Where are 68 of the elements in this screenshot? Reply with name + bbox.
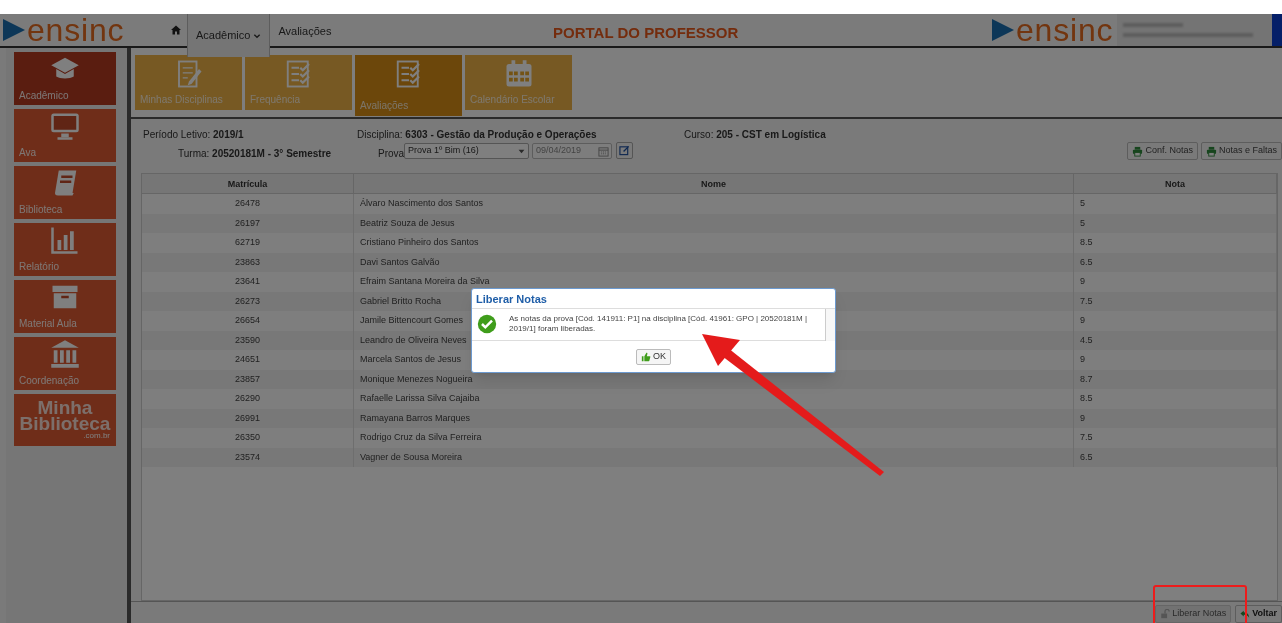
- table-cell: 8.5: [1074, 233, 1277, 253]
- prova-label: Prova:: [378, 147, 407, 161]
- building-columns-icon: [49, 339, 81, 369]
- table-cell: 26290: [142, 389, 354, 409]
- print-button[interactable]: Conf. Notas: [1127, 142, 1198, 160]
- column-header: Matrícula: [142, 174, 354, 193]
- column-header: Nome: [354, 174, 1074, 193]
- table-cell: 26350: [142, 428, 354, 448]
- table-cell: 26654: [142, 311, 354, 331]
- table-cell: 9: [1074, 311, 1277, 331]
- calendar-icon: [598, 145, 609, 157]
- column-header: Nota: [1074, 174, 1277, 193]
- sidebar-item[interactable]: Material Aula: [14, 280, 116, 333]
- banner-text: Minha: [37, 400, 93, 416]
- back-button[interactable]: Voltar: [1235, 605, 1282, 623]
- table-cell: 8.5: [1074, 389, 1277, 409]
- sidebar-item[interactable]: Relatório: [14, 223, 116, 276]
- edit-button[interactable]: [616, 142, 633, 159]
- table-cell: 7.5: [1074, 428, 1277, 448]
- sidebar-item[interactable]: Coordenação: [14, 337, 116, 390]
- table-cell: 23574: [142, 447, 354, 467]
- nav-tab[interactable]: Acadêmico: [187, 14, 271, 57]
- table-cell: Cristiano Pinheiro dos Santos: [354, 233, 1074, 253]
- table-cell: Álvaro Nascimento dos Santos: [354, 194, 1074, 214]
- table-cell: 24651: [142, 350, 354, 370]
- table-cell: 6.5: [1074, 447, 1277, 467]
- nav-tab[interactable]: Avaliações: [270, 14, 340, 48]
- portal-title: PORTAL DO PROFESSOR: [552, 23, 740, 43]
- logo-text: ensinc: [1016, 14, 1114, 46]
- padlock-icon: [1160, 609, 1171, 619]
- banner-text: Biblioteca: [19, 416, 111, 432]
- sidebar-item[interactable]: Ava: [14, 109, 116, 162]
- printer-icon: [1132, 145, 1144, 157]
- edit-icon: [619, 145, 630, 156]
- info-label: Curso: 205 - CST em Logística: [684, 128, 826, 142]
- info-label: Turma: 20520181M - 3° Semestre: [178, 147, 332, 161]
- table-cell: 5: [1074, 194, 1277, 214]
- banner-suffix: .com.br: [83, 432, 111, 440]
- menu-tile[interactable]: Frequência: [245, 55, 352, 110]
- reply-arrow-icon: [1240, 609, 1251, 619]
- printer-icon: [1205, 145, 1217, 157]
- table-cell: 23641: [142, 272, 354, 292]
- thumbs-up-icon: [641, 351, 651, 362]
- bar-chart-icon: [49, 225, 81, 255]
- print-button[interactable]: Notas e Faltas: [1200, 142, 1282, 160]
- home-icon: [170, 24, 182, 36]
- sidebar-item[interactable]: Acadêmico: [14, 52, 116, 105]
- menu-tile[interactable]: Minhas Disciplinas: [135, 55, 242, 110]
- info-label: Disciplina: 6303 - Gestão da Produção e Operações: [357, 128, 597, 142]
- menu-tile[interactable]: Avaliações: [355, 55, 462, 116]
- table-cell: 62719: [142, 233, 354, 253]
- logo-icon: [992, 18, 1014, 42]
- menu-tile[interactable]: Calendário Escolar: [465, 55, 572, 110]
- table-cell: 9: [1074, 272, 1277, 292]
- sidebar-item[interactable]: Biblioteca: [14, 166, 116, 219]
- logo-icon: [3, 18, 25, 42]
- logo-text: ensinc: [27, 14, 125, 46]
- prova-select[interactable]: Prova 1º Bim (16): [404, 143, 529, 159]
- table-cell: 9: [1074, 350, 1277, 370]
- dialog-title: Liberar Notas: [472, 289, 835, 309]
- caret-down-icon: [518, 147, 525, 155]
- ok-button[interactable]: OK: [636, 348, 671, 365]
- minha-biblioteca-banner[interactable]: Minha Biblioteca .com.br: [14, 394, 116, 446]
- monitor-icon: [49, 111, 81, 141]
- success-check-icon: [477, 314, 497, 334]
- table-cell: 26478: [142, 194, 354, 214]
- info-label: Período Letivo: 2019/1: [143, 128, 244, 142]
- calendar-icon: [503, 59, 534, 89]
